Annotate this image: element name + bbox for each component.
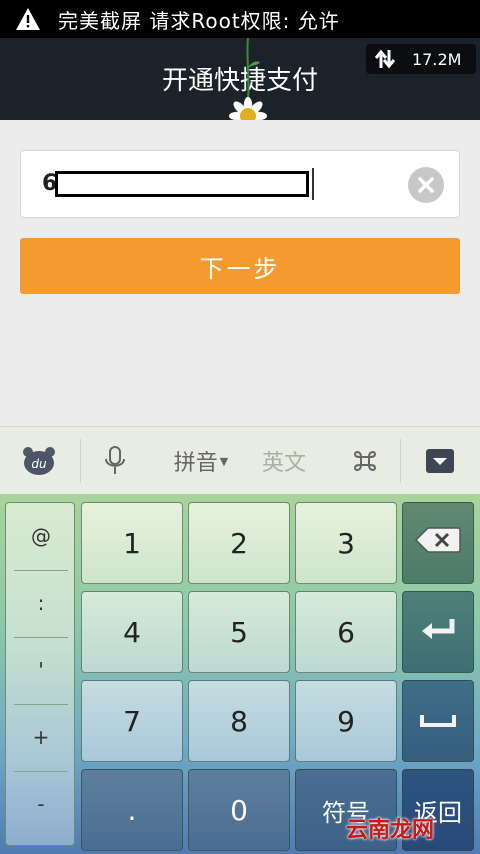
key-1[interactable]: 1: [81, 502, 183, 584]
key-6[interactable]: 6: [295, 591, 397, 673]
numeric-keyboard: @ : ' + - 1 2 3 4 5 6 7 8 9 . 0 符号 返回: [0, 494, 480, 854]
watermark-text: 云南龙网: [346, 818, 435, 843]
key-9[interactable]: 9: [295, 680, 397, 762]
english-label: 英文: [261, 451, 306, 476]
sync-arrows-icon: [372, 47, 398, 71]
flower-decoration-icon: [226, 37, 270, 136]
pinyin-mode-button[interactable]: 拼音 ▼: [166, 427, 236, 495]
backspace-key[interactable]: [402, 502, 474, 584]
symbol-column: @ : ' + -: [5, 502, 75, 846]
clear-icon[interactable]: [408, 167, 444, 203]
toolbar-separator: [80, 439, 81, 483]
space-icon: [418, 705, 458, 738]
redaction-box: [55, 171, 309, 197]
status-text: 完美截屏 请求Root权限: 允许: [58, 8, 340, 33]
text-caret: [312, 168, 314, 200]
key-apostrophe[interactable]: ': [6, 637, 76, 703]
microphone-icon[interactable]: [90, 427, 140, 495]
key-5[interactable]: 5: [188, 591, 290, 673]
key-minus[interactable]: -: [6, 771, 76, 837]
backspace-icon: [414, 526, 462, 561]
key-4[interactable]: 4: [81, 591, 183, 673]
status-bar: 完美截屏 请求Root权限: 允许: [0, 0, 480, 38]
english-mode-button[interactable]: 英文: [254, 427, 314, 495]
next-step-button[interactable]: 下一步: [20, 238, 460, 294]
network-speed-text: 17.2M: [412, 49, 462, 69]
key-at[interactable]: @: [6, 503, 76, 569]
key-dot[interactable]: .: [81, 769, 183, 851]
enter-key[interactable]: [402, 591, 474, 673]
key-7[interactable]: 7: [81, 680, 183, 762]
key-0[interactable]: 0: [188, 769, 290, 851]
space-key[interactable]: [402, 680, 474, 762]
enter-icon: [418, 615, 458, 650]
warning-icon: [14, 5, 42, 33]
key-colon[interactable]: :: [6, 570, 76, 636]
content-area: 6 下一步: [0, 120, 480, 426]
hide-keyboard-icon[interactable]: [414, 427, 466, 495]
key-plus[interactable]: +: [6, 704, 76, 770]
key-2[interactable]: 2: [188, 502, 290, 584]
dropdown-arrow-icon: ▼: [219, 454, 229, 468]
keyboard-toolbar: du 拼音 ▼ 英文: [0, 426, 480, 494]
pinyin-label: 拼音: [173, 451, 218, 476]
key-3[interactable]: 3: [295, 502, 397, 584]
command-icon[interactable]: [340, 427, 390, 495]
du-logo-icon[interactable]: du: [14, 427, 64, 495]
network-speed-badge: 17.2M: [366, 44, 476, 74]
svg-text:du: du: [31, 457, 47, 471]
toolbar-separator: [400, 439, 401, 483]
key-8[interactable]: 8: [188, 680, 290, 762]
card-number-input[interactable]: 6: [20, 150, 460, 218]
